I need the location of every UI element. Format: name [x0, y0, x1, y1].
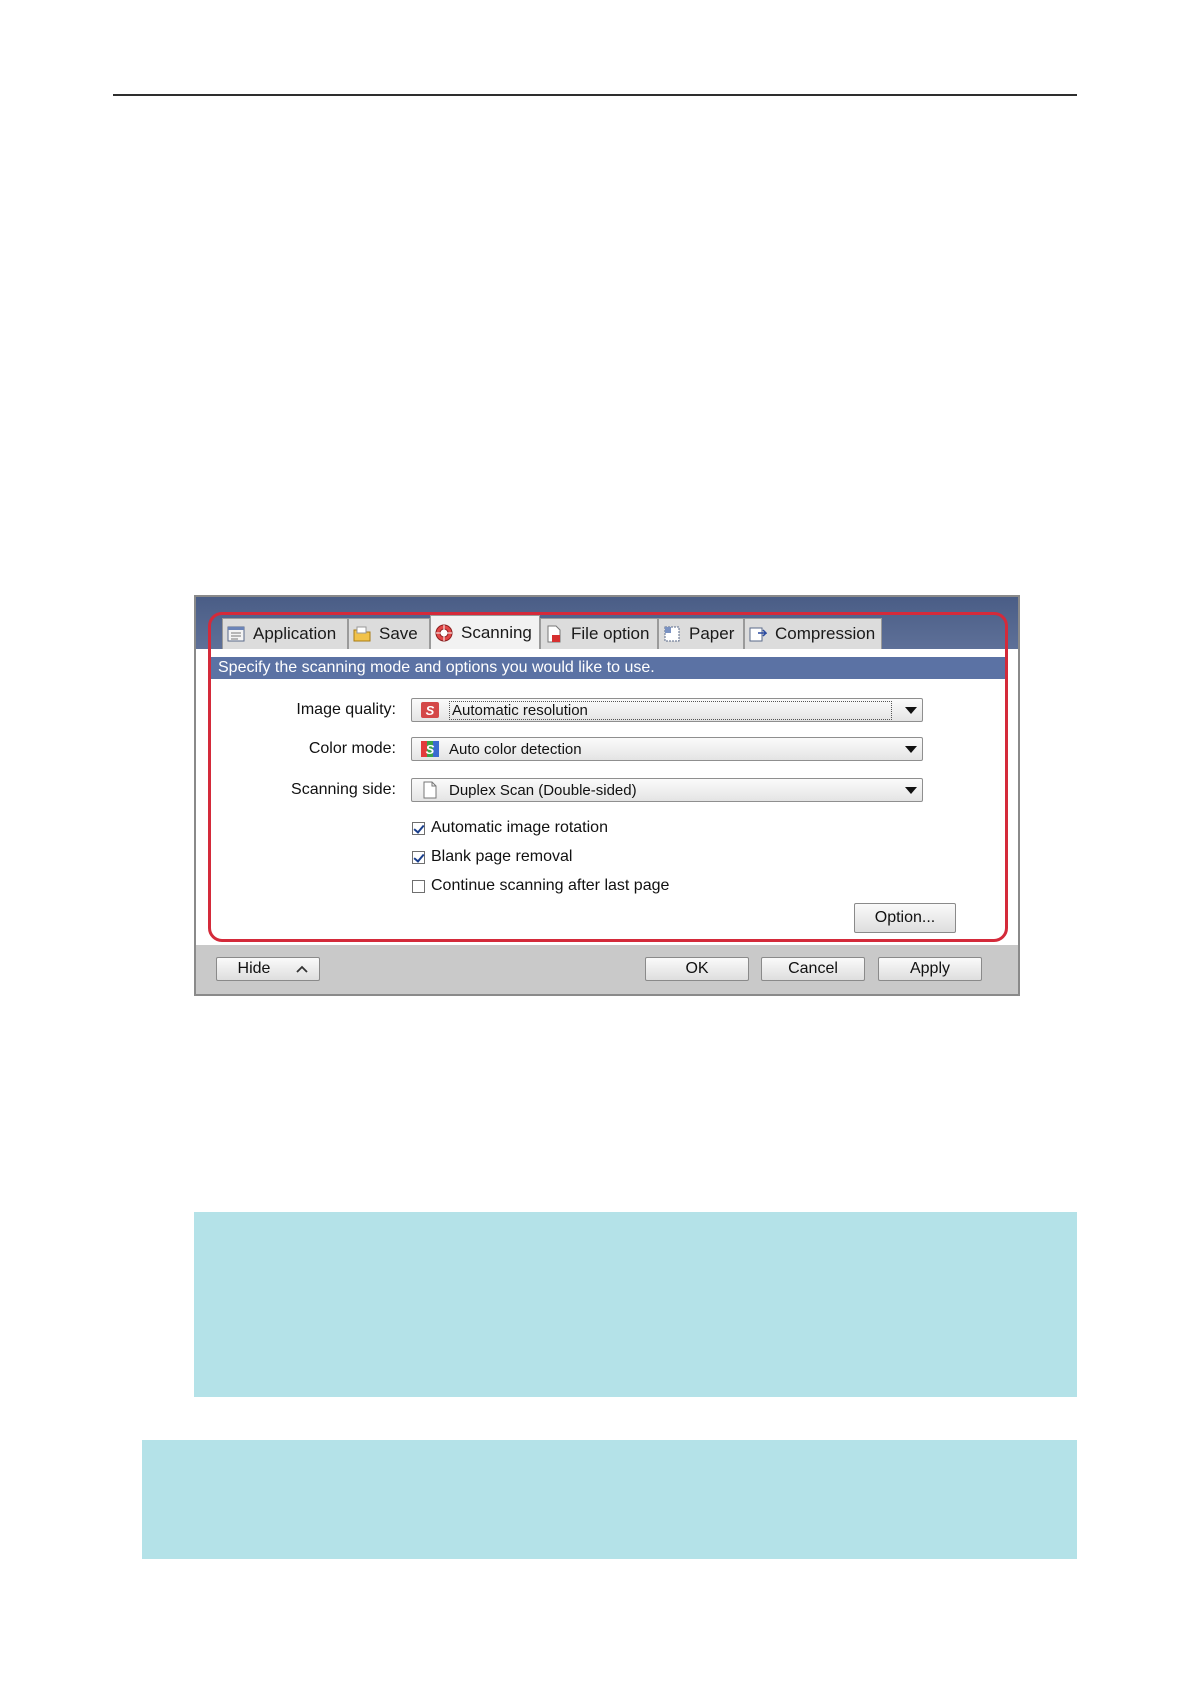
checkbox-blank-page-removal[interactable] — [412, 850, 425, 864]
tab-save[interactable]: Save — [348, 618, 430, 649]
continue-scanning-option[interactable]: Continue scanning after last page — [412, 877, 669, 895]
tab-paper[interactable]: Paper — [658, 618, 744, 649]
chevron-down-icon[interactable] — [900, 779, 922, 801]
chevron-down-icon[interactable] — [900, 699, 922, 721]
svg-text:S: S — [426, 703, 435, 718]
hint-box — [194, 1212, 1077, 1397]
resolution-s-icon: S — [421, 702, 439, 718]
ok-button[interactable]: OK — [645, 957, 749, 981]
chevron-down-icon[interactable] — [900, 738, 922, 760]
scanning-side-label: Scanning side: — [291, 781, 396, 798]
scanning-panel: Specify the scanning mode and options yo… — [196, 649, 1018, 945]
color-mode-select[interactable]: S Auto color detection — [411, 737, 923, 761]
paper-icon — [664, 626, 680, 642]
save-folder-icon — [353, 626, 371, 642]
chevron-up-icon — [296, 965, 309, 973]
application-icon — [227, 626, 245, 642]
option-button[interactable]: Option... — [854, 903, 956, 933]
blank-page-removal-option[interactable]: Blank page removal — [412, 848, 572, 866]
scanning-side-select[interactable]: Duplex Scan (Double-sided) — [411, 778, 923, 802]
tab-scanning[interactable]: Scanning — [430, 615, 540, 650]
dialog-footer: Hide OK Cancel Apply — [196, 945, 1018, 994]
image-quality-select[interactable]: S Automatic resolution — [411, 698, 923, 722]
tab-file-option[interactable]: File option — [540, 618, 658, 649]
tab-strip: Application Save Scanning File option Pa… — [196, 597, 1018, 650]
scan-settings-dialog: Application Save Scanning File option Pa… — [194, 595, 1020, 996]
compression-icon — [749, 627, 767, 642]
scanning-icon — [435, 624, 453, 642]
duplex-page-icon — [423, 781, 437, 799]
hide-button[interactable]: Hide — [216, 957, 320, 981]
file-option-icon — [547, 625, 561, 643]
auto-rotation-option[interactable]: Automatic image rotation — [412, 819, 608, 837]
checkbox-continue-scanning[interactable] — [412, 879, 425, 893]
checkbox-auto-rotation[interactable] — [412, 821, 425, 835]
tab-application[interactable]: Application — [222, 618, 348, 649]
note-box — [142, 1440, 1077, 1559]
tab-compression[interactable]: Compression — [744, 618, 882, 649]
cancel-button[interactable]: Cancel — [761, 957, 865, 981]
panel-banner: Specify the scanning mode and options yo… — [211, 657, 1005, 679]
auto-color-icon: S — [421, 741, 439, 757]
image-quality-label: Image quality: — [296, 701, 396, 718]
header-rule — [113, 94, 1077, 96]
color-mode-label: Color mode: — [308, 740, 396, 757]
svg-text:S: S — [426, 742, 435, 757]
apply-button[interactable]: Apply — [878, 957, 982, 981]
